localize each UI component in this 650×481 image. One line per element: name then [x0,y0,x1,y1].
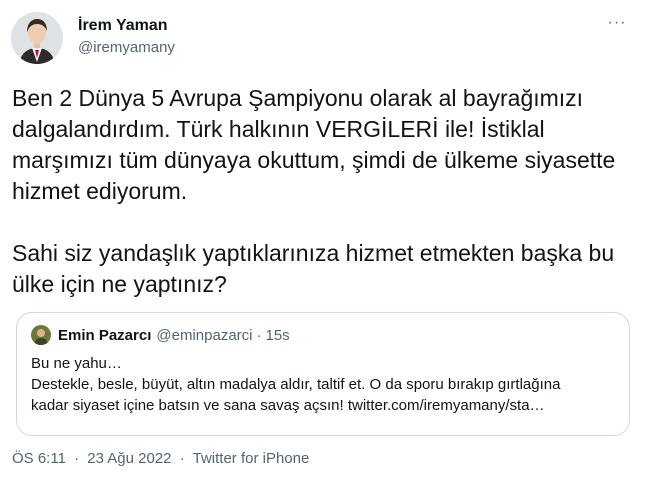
author-avatar-image [11,12,63,64]
tweet-footer: ÖS 6:11 · 23 Ağu 2022 · Twitter for iPho… [12,450,309,467]
quoted-author-avatar [31,325,51,345]
quoted-tweet-time: 15s [265,326,290,344]
footer-separator: · [179,450,185,467]
quoted-text-line: Destekle, besle, büyüt, altın madalya al… [31,376,561,393]
tweet-source[interactable]: Twitter for iPhone [193,450,310,467]
quoted-text-line: Bu ne yahu… [31,355,122,372]
tweet-paragraph: Ben 2 Dünya 5 Avrupa Şampiyonu olarak al… [12,85,616,204]
quoted-author-handle: @eminpazarci [156,326,253,344]
tweet-text: Ben 2 Dünya 5 Avrupa Şampiyonu olarak al… [12,83,640,300]
author-block: İrem Yaman @iremyamany [78,16,175,58]
quoted-avatar-image [31,325,51,345]
tweet-time[interactable]: ÖS 6:11 [12,450,66,467]
author-avatar[interactable] [11,12,63,64]
tweet-paragraph: Sahi siz yandaşlık yaptıklarınıza hizmet… [12,240,615,297]
author-handle[interactable]: @iremyamany [78,38,175,58]
meta-separator: · [256,326,262,344]
quoted-tweet[interactable]: Emin Pazarcı @eminpazarci · 15s Bu ne ya… [16,312,630,436]
footer-separator: · [74,450,80,467]
author-name[interactable]: İrem Yaman [78,16,175,36]
quoted-tweet-header: Emin Pazarcı @eminpazarci · 15s [31,325,290,345]
quoted-tweet-text: Bu ne yahu… Destekle, besle, büyüt, altı… [31,353,621,416]
quoted-text-line: kadar siyaset içine batsın ve sana savaş… [31,397,545,414]
tweet-card: İrem Yaman @iremyamany ··· Ben 2 Dünya 5… [0,0,650,481]
quoted-author-name: Emin Pazarcı [58,326,152,344]
more-options-icon[interactable]: ··· [604,10,630,36]
tweet-date[interactable]: 23 Ağu 2022 [87,450,171,467]
